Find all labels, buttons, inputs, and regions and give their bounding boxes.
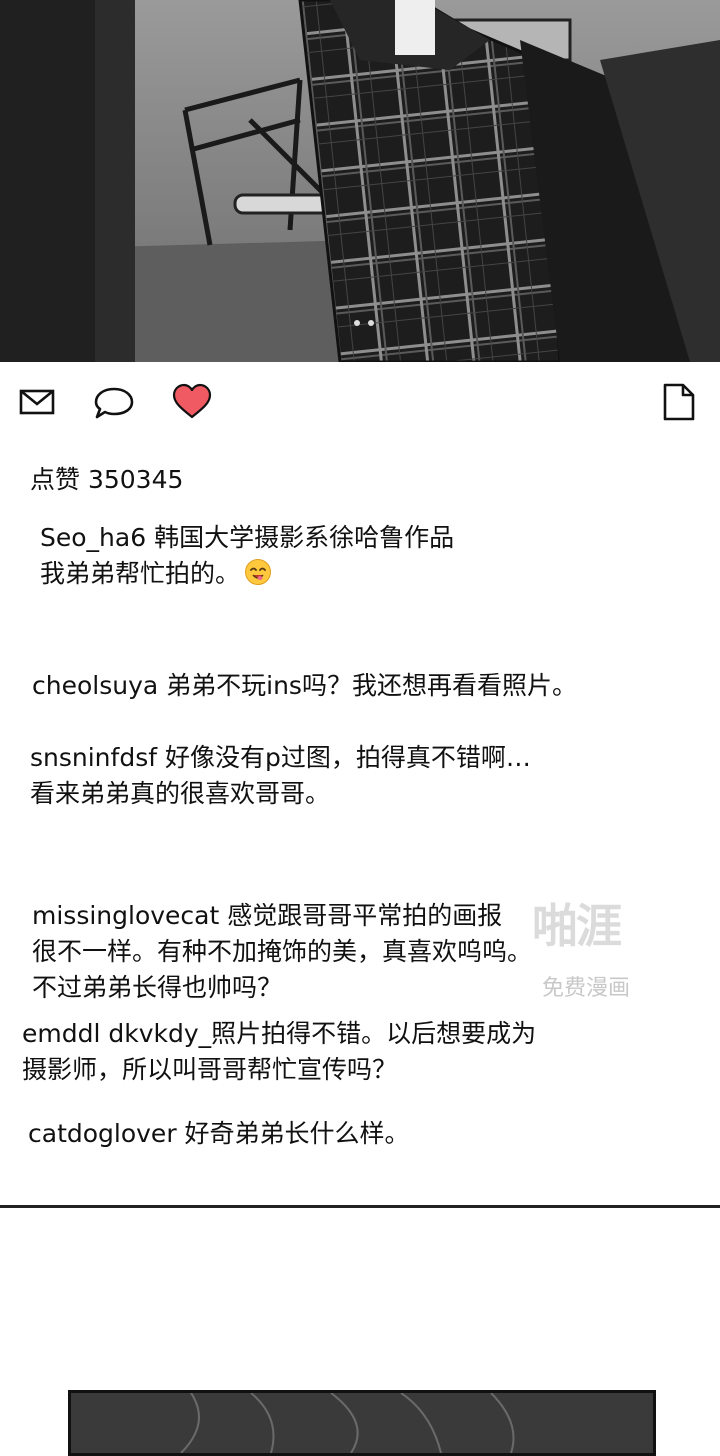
comment-line: emddl dkvkdy_照片拍得不错。以后想要成为 [22,1019,537,1048]
speech-bubble-icon[interactable] [94,382,134,422]
watermark-caption: 免费漫画 [542,976,631,1001]
caption-text: 我弟弟帮忙拍的。 [40,559,241,588]
likes-count: 点赞 350345 [30,465,184,494]
next-panel-drawing [71,1393,653,1453]
caption-line: 我弟弟帮忙拍的。 [40,556,454,592]
panel-divider [0,1205,720,1208]
next-manga-panel [68,1390,656,1456]
watermark: 啪涯 免费漫画 [532,890,662,1010]
manga-illustration [0,0,720,362]
comment-line: 不过弟弟长得也帅吗？ [32,973,283,1002]
comment-line: missinglovecat 感觉跟哥哥平常拍的画报 [32,901,503,930]
mail-icon[interactable] [18,382,58,422]
post-actions-bar [0,362,720,442]
post-caption: Seo_ha6 韩国大学摄影系徐哈鲁作品 我弟弟帮忙拍的。 [40,520,454,592]
comment-line: cheolsuya 弟弟不玩ins吗？我还想再看看照片。 [32,671,577,700]
comment: emddl dkvkdy_照片拍得不错。以后想要成为 摄影师，所以叫哥哥帮忙宣传… [22,1016,536,1088]
document-icon[interactable] [658,382,698,422]
comment-line: snsninfdsf 好像没有p过图，拍得真不错啊… [30,743,531,772]
smiling-face-emoji-icon [244,558,272,586]
heart-icon[interactable] [172,382,212,422]
caption-line: Seo_ha6 韩国大学摄影系徐哈鲁作品 [40,523,455,552]
comment: missinglovecat 感觉跟哥哥平常拍的画报 很不一样。有种不加掩饰的美… [32,898,532,1006]
comment-line: catdoglover 好奇弟弟长什么样。 [28,1119,410,1148]
watermark-logo-text: 啪涯 [532,899,622,953]
comment-line: 很不一样。有种不加掩饰的美，真喜欢呜呜。 [32,937,533,966]
comment-line: 看来弟弟真的很喜欢哥哥。 [30,779,331,808]
comment: cheolsuya 弟弟不玩ins吗？我还想再看看照片。 [32,668,577,704]
comment: snsninfdsf 好像没有p过图，拍得真不错啊… 看来弟弟真的很喜欢哥哥。 [30,740,531,812]
illustration-drawing [0,0,720,362]
comment: catdoglover 好奇弟弟长什么样。 [28,1116,410,1152]
comment-line: 摄影师，所以叫哥哥帮忙宣传吗？ [22,1055,398,1084]
